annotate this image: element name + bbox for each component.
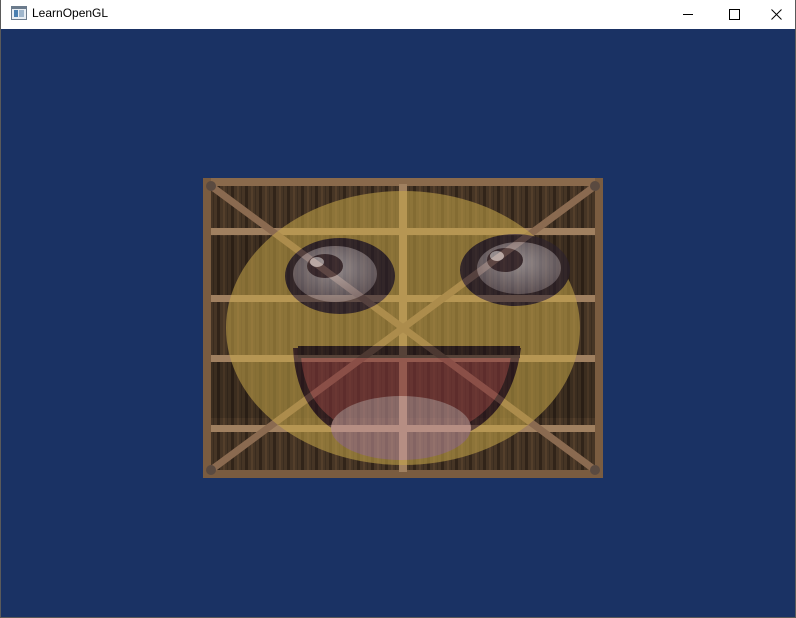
minimize-button[interactable] xyxy=(665,0,711,29)
awesome-face-texture xyxy=(226,191,580,465)
maximize-icon xyxy=(728,9,740,20)
opengl-viewport[interactable] xyxy=(1,29,795,617)
close-button[interactable] xyxy=(757,0,795,29)
window-title: LearnOpenGL xyxy=(32,6,109,20)
window-app-icon xyxy=(11,6,27,20)
maximize-button[interactable] xyxy=(711,0,757,29)
textured-quad xyxy=(203,178,603,478)
title-bar[interactable]: LearnOpenGL xyxy=(1,0,795,29)
app-window: LearnOpenGL xyxy=(0,0,796,618)
minimize-icon xyxy=(683,14,693,15)
close-icon xyxy=(770,9,782,20)
